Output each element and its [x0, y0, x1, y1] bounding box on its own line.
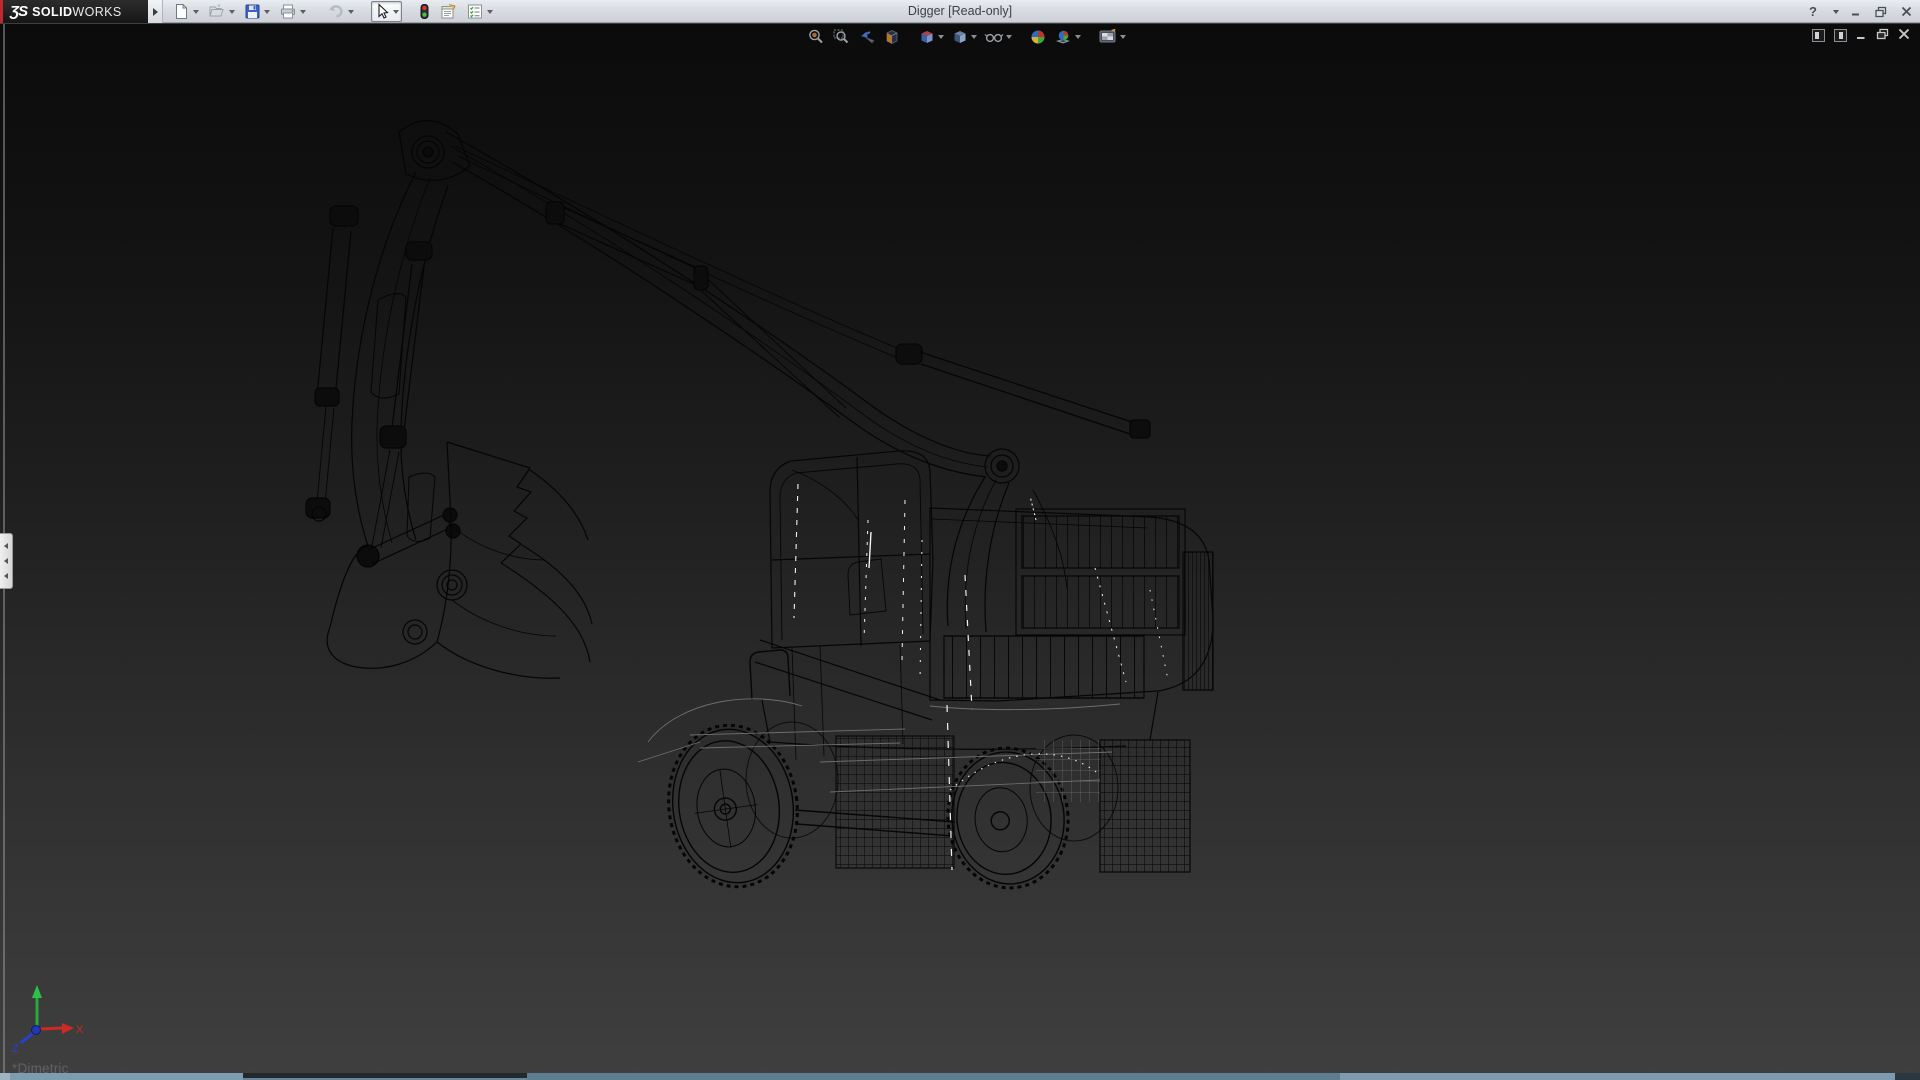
help-glyph: ? [1809, 4, 1817, 19]
featuremanager-collapse-handle[interactable] [0, 533, 13, 589]
open-icon [208, 3, 226, 20]
rebuild-button[interactable] [416, 1, 433, 22]
previous-view-button[interactable] [856, 27, 877, 47]
display-style-button[interactable] [950, 27, 978, 47]
zoom-to-area-button[interactable] [831, 27, 851, 47]
brand-works: WORKS [72, 5, 121, 19]
print-dropdown-arrow[interactable] [300, 10, 306, 14]
collapse-arrow-icon [4, 573, 8, 579]
title-bar: ƷS SOLIDWORKS Digger [Read-only] [0, 0, 1920, 23]
doc-close-button[interactable] [1898, 28, 1910, 42]
taskbar-segment[interactable] [243, 1073, 527, 1078]
doc-close-icon [1898, 28, 1910, 40]
display-style-icon [951, 28, 969, 46]
restore-button[interactable] [1873, 4, 1889, 20]
taskbar-segment[interactable] [10, 1073, 243, 1080]
hide-show-dropdown-arrow[interactable] [1006, 35, 1012, 39]
solidworks-logo: ƷS SOLIDWORKS [0, 0, 148, 23]
help-button[interactable]: ? [1805, 4, 1821, 20]
help-dropdown-arrow[interactable] [1833, 10, 1839, 14]
logo-red-strip [0, 0, 3, 23]
apply-scene-button[interactable] [1053, 27, 1082, 47]
undo-dropdown-arrow[interactable] [348, 10, 354, 14]
dassault-logo-glyph: ƷS [10, 3, 27, 20]
brand-solid: SOLID [32, 5, 72, 19]
save-dropdown-arrow[interactable] [264, 10, 270, 14]
taskbar-segment [0, 1073, 10, 1080]
pane-bar-icon [1839, 32, 1843, 39]
undo-button[interactable] [323, 1, 357, 22]
save-button[interactable] [241, 1, 273, 22]
doc-restore-icon [1876, 28, 1889, 40]
view-settings-dropdown-arrow[interactable] [1120, 35, 1126, 39]
heads-up-view-toolbar [806, 27, 1127, 47]
close-button[interactable] [1898, 4, 1914, 20]
view-orientation-dropdown-arrow[interactable] [938, 35, 944, 39]
section-view-icon [883, 28, 901, 46]
options-icon [466, 3, 484, 20]
quick-access-toolbar [170, 0, 496, 23]
expand-arrow-icon [153, 8, 158, 16]
zoom-to-area-icon [832, 28, 850, 46]
new-dropdown-arrow[interactable] [193, 10, 199, 14]
zoom-to-fit-button[interactable] [806, 27, 826, 47]
pane-bar-icon [1815, 32, 1819, 39]
section-view-button[interactable] [882, 27, 902, 47]
apply-scene-icon [1054, 28, 1073, 46]
doc-minimize-icon [1856, 29, 1867, 40]
file-properties-icon [439, 3, 457, 20]
select-dropdown-arrow[interactable] [393, 10, 399, 14]
toggle-left-pane-button[interactable] [1812, 29, 1825, 42]
minimize-button[interactable] [1848, 4, 1864, 20]
view-settings-icon [1098, 28, 1118, 46]
taskbar-segment[interactable] [1340, 1073, 1895, 1080]
collapse-arrow-icon [4, 558, 8, 564]
apply-scene-dropdown-arrow[interactable] [1075, 35, 1081, 39]
select-arrow-icon [374, 3, 390, 20]
view-orientation-button[interactable] [917, 27, 945, 47]
undo-icon [326, 3, 345, 20]
menu-expand-button[interactable] [148, 0, 163, 23]
minimize-icon [1851, 6, 1862, 17]
doc-restore-button[interactable] [1876, 28, 1889, 42]
edit-appearance-button[interactable] [1028, 27, 1048, 47]
document-window-controls [1812, 28, 1910, 42]
previous-view-icon [857, 28, 876, 46]
hide-show-items-button[interactable] [983, 27, 1013, 47]
open-dropdown-arrow[interactable] [229, 10, 235, 14]
options-dropdown-arrow[interactable] [487, 10, 493, 14]
view-settings-button[interactable] [1097, 27, 1127, 47]
view-orientation-icon [918, 28, 936, 46]
open-button[interactable] [205, 1, 238, 22]
display-style-dropdown-arrow[interactable] [971, 35, 977, 39]
options-button[interactable] [463, 1, 496, 22]
new-document-button[interactable] [170, 1, 202, 22]
taskbar-segment [1895, 1073, 1920, 1080]
taskbar-segment[interactable] [527, 1073, 1340, 1080]
zoom-to-fit-icon [807, 28, 825, 46]
toggle-pane-button[interactable] [1834, 29, 1847, 42]
doc-minimize-button[interactable] [1856, 29, 1867, 42]
collapse-arrow-icon [4, 543, 8, 549]
print-icon [279, 3, 297, 20]
file-properties-button[interactable] [436, 1, 460, 22]
new-document-icon [173, 3, 190, 20]
print-button[interactable] [276, 1, 309, 22]
rebuild-traffic-light-icon [419, 3, 430, 20]
graphics-viewport[interactable] [0, 24, 1920, 1073]
window-controls: ? [1805, 0, 1914, 23]
restore-icon [1875, 6, 1887, 18]
select-button[interactable] [371, 1, 402, 22]
close-icon [1901, 6, 1912, 17]
taskbar-edge[interactable] [0, 1073, 1920, 1080]
save-icon [244, 3, 261, 20]
hide-show-items-icon [984, 28, 1004, 46]
edit-appearance-icon [1029, 28, 1047, 46]
